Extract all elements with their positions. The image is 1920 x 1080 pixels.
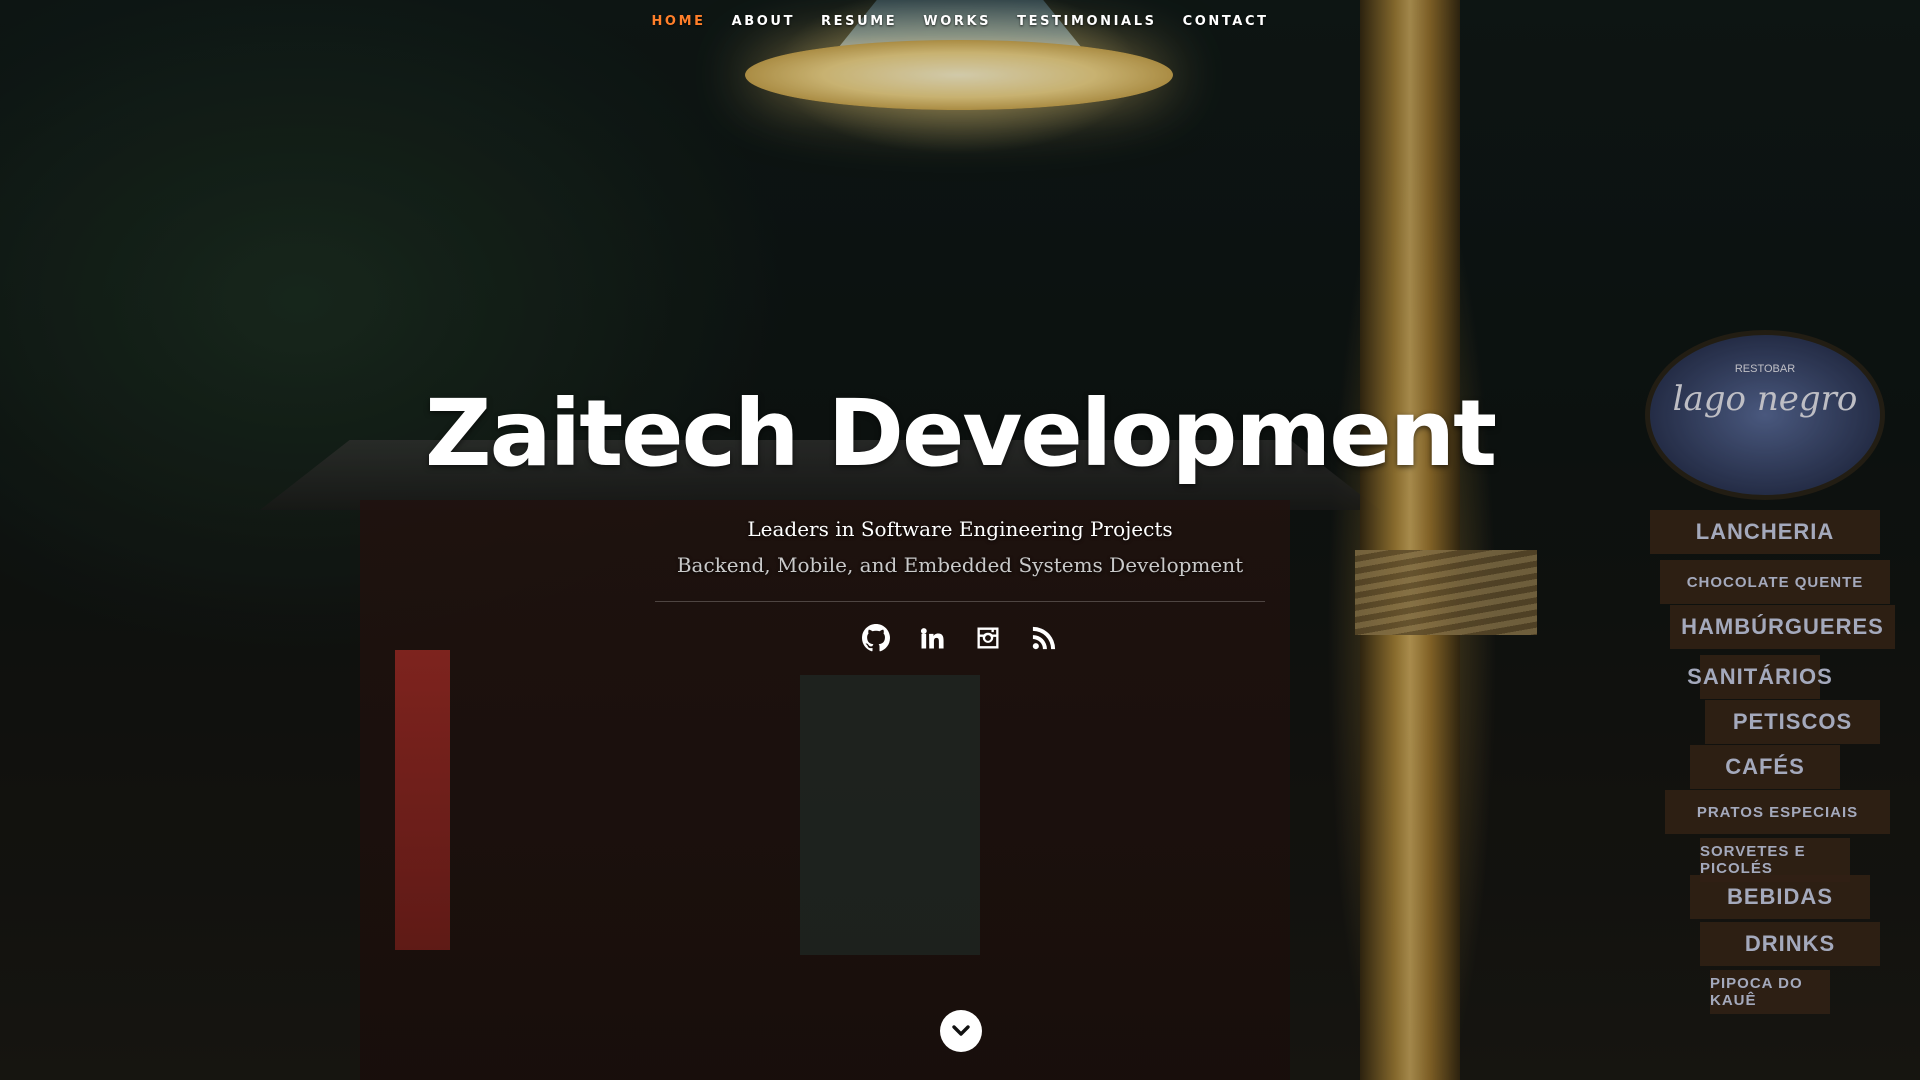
hero-subtitle: Backend, Mobile, and Embedded Systems De… [676,553,1244,577]
nav-testimonials[interactable]: TESTIMONIALS [1004,14,1169,29]
hero-title: Zaitech Development [424,380,1497,487]
rss-icon [1032,626,1056,650]
nav-resume[interactable]: RESUME [808,14,910,29]
github-icon [862,624,890,652]
scroll-down-button[interactable] [940,1010,982,1052]
rss-link[interactable] [1030,622,1058,654]
social-links [0,622,1920,654]
nav-home[interactable]: HOME [638,14,718,29]
linkedin-icon [920,628,944,649]
instagram-icon [977,627,999,649]
nav-about[interactable]: ABOUT [719,14,808,29]
nav-contact[interactable]: CONTACT [1170,14,1282,29]
instagram-link[interactable] [974,622,1002,654]
chevron-down-icon [952,1025,970,1036]
hero-divider [655,601,1265,602]
linkedin-link[interactable] [918,622,946,654]
github-link[interactable] [862,622,890,654]
nav-works[interactable]: WORKS [910,14,1004,29]
hero-tagline: Leaders in Software Engineering Projects [747,517,1173,541]
hero-banner: Zaitech Development Leaders in Software … [0,380,1920,654]
main-nav: HOME ABOUT RESUME WORKS TESTIMONIALS CON… [0,14,1920,29]
